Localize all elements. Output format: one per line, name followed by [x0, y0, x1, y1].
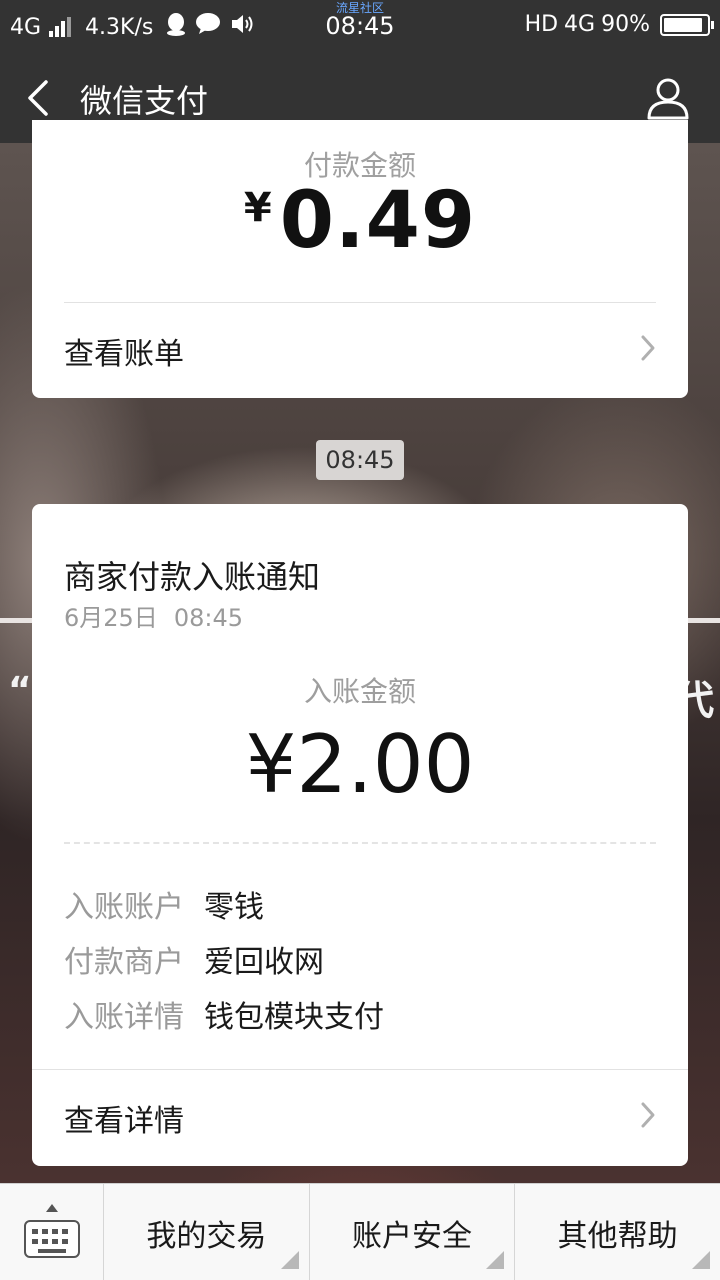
detail-row-account: 入账账户 零钱: [64, 882, 264, 926]
network-type-right: 4G: [564, 12, 596, 37]
profile-button[interactable]: [644, 74, 692, 122]
user-icon: [647, 78, 689, 120]
chevron-right-icon: [641, 335, 655, 361]
detail-key: 付款商户: [64, 945, 184, 980]
page-title: 微信支付: [80, 82, 209, 120]
keyboard-toggle-button[interactable]: [0, 1184, 104, 1280]
message-timestamp: 08:45: [316, 440, 404, 480]
detail-value: 钱包模块支付: [204, 1000, 384, 1035]
currency-symbol: ¥: [243, 185, 272, 231]
detail-key: 入账详情: [64, 1000, 184, 1035]
income-amount-label: 入账金额: [303, 675, 416, 708]
status-right-group: HD 4G 90%: [524, 12, 714, 37]
view-details-label: 查看详情: [64, 1104, 184, 1139]
view-bill-label: 查看账单: [64, 337, 184, 372]
keyboard-icon: [24, 1220, 80, 1258]
income-amount: ¥2.00: [245, 718, 475, 811]
arrow-up-icon: [46, 1204, 58, 1212]
chevron-right-icon: [641, 1102, 655, 1128]
background-text-left: “: [8, 670, 32, 711]
payment-amount: ¥0.49: [32, 176, 688, 266]
submenu-indicator-icon: [280, 1251, 299, 1269]
notification-title: 商家付款入账通知: [64, 558, 321, 596]
back-button[interactable]: [18, 74, 62, 122]
payment-amount-value: 0.49: [279, 176, 477, 266]
submenu-indicator-icon: [692, 1251, 711, 1269]
view-details-link[interactable]: 查看详情: [32, 1070, 688, 1160]
battery-icon: [660, 13, 714, 36]
payment-card: 付款金额 ¥0.49 查看账单: [32, 120, 688, 398]
detail-row-merchant: 付款商户 爱回收网: [64, 937, 324, 981]
menu-account-security[interactable]: 账户安全: [310, 1184, 516, 1280]
detail-value: 爱回收网: [204, 945, 324, 980]
bottom-menu: 我的交易 账户安全 其他帮助: [0, 1183, 720, 1280]
notification-datetime: 6月25日 08:45: [64, 598, 243, 633]
hd-label: HD: [524, 12, 559, 37]
income-notification-card: 商家付款入账通知 6月25日 08:45 入账金额 ¥2.00 入账账户 零钱 付款…: [32, 504, 688, 1166]
dashed-divider: [64, 842, 656, 844]
menu-label: 我的交易: [146, 1218, 267, 1254]
detail-value: 零钱: [204, 890, 264, 925]
menu-my-transactions[interactable]: 我的交易: [104, 1184, 310, 1280]
menu-label: 其他帮助: [557, 1218, 678, 1254]
submenu-indicator-icon: [486, 1251, 505, 1269]
battery-percent: 90%: [601, 12, 650, 37]
detail-key: 入账账户: [64, 890, 184, 925]
chevron-left-icon: [28, 80, 48, 116]
notification-date: 6月25日: [64, 604, 158, 632]
detail-row-info: 入账详情 钱包模块支付: [64, 992, 384, 1036]
status-bar: 4G 4.3K/s 流星社区 08:45 HD 4G 90%: [0, 0, 720, 52]
menu-other-help[interactable]: 其他帮助: [515, 1184, 720, 1280]
view-bill-link[interactable]: 查看账单: [32, 303, 688, 393]
notification-time: 08:45: [173, 604, 243, 632]
menu-label: 账户安全: [352, 1218, 472, 1254]
